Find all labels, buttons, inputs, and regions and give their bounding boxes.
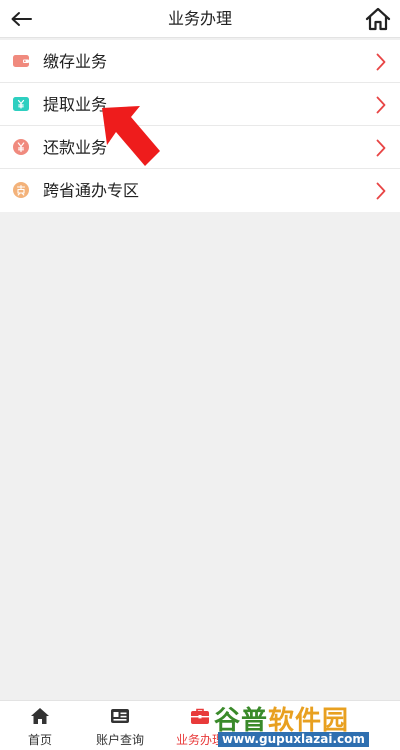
yen-circle-icon: [13, 139, 29, 155]
tab-business[interactable]: 业务办理: [160, 701, 240, 750]
chevron-right-icon: [376, 96, 386, 114]
tab-4[interactable]: [240, 701, 320, 750]
tab-label: 首页: [27, 733, 52, 747]
tab-home[interactable]: 首页: [0, 701, 80, 750]
tab-account-query[interactable]: 账户查询: [80, 701, 160, 750]
menu-item-label: 缴存业务: [43, 52, 108, 71]
loan-circle-icon: [13, 182, 29, 198]
wallet-icon: [13, 55, 29, 67]
tab-5[interactable]: [320, 701, 400, 750]
menu-item-deposit[interactable]: 缴存业务: [0, 40, 400, 83]
menu-item-label: 还款业务: [43, 138, 108, 157]
menu-item-repayment[interactable]: 还款业务: [0, 126, 400, 169]
chevron-right-icon: [376, 139, 386, 157]
home-fill-icon: [31, 708, 49, 724]
yen-card-icon: [13, 97, 29, 111]
app-header: 业务办理: [0, 0, 400, 38]
page-title: 业务办理: [167, 9, 232, 28]
briefcase-icon: [191, 708, 209, 724]
tab-label: 业务办理: [175, 733, 224, 747]
menu-item-withdraw[interactable]: 提取业务: [0, 83, 400, 126]
tab-label: 账户查询: [95, 733, 144, 747]
menu-item-cross-province[interactable]: 跨省通办专区: [0, 169, 400, 212]
home-icon: [365, 7, 391, 31]
home-button[interactable]: [362, 3, 394, 35]
bottom-tab-bar: 首页 账户查询 业务办理: [0, 700, 400, 750]
chevron-right-icon: [376, 182, 386, 200]
menu-item-label: 提取业务: [43, 95, 108, 114]
service-menu: 缴存业务 提取业务 还款业务 跨省通办专区: [0, 40, 400, 212]
id-card-icon: [111, 709, 129, 723]
menu-item-label: 跨省通办专区: [43, 181, 140, 200]
chevron-right-icon: [376, 53, 386, 71]
